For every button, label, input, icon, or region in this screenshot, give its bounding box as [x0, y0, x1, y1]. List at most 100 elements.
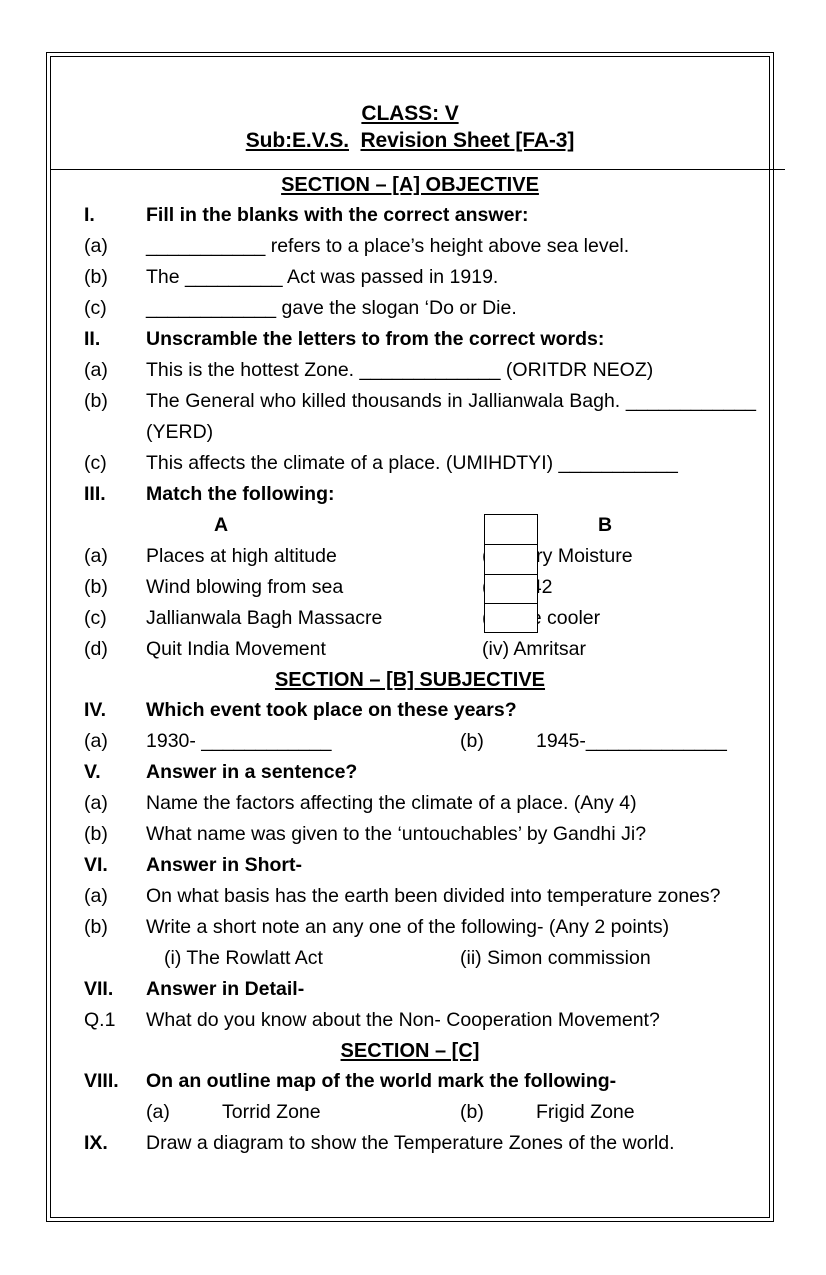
match-column-b-header: B	[598, 514, 613, 536]
question-VIII-item-b-label: (b)	[460, 1101, 484, 1123]
item-text: The _________ Act was passed in 1919.	[146, 266, 499, 288]
question-VII-heading-row: VII. Answer in Detail-	[84, 974, 756, 1005]
title-line-subject: Sub:E.V.S. Revision Sheet [FA-3]	[50, 127, 770, 154]
match-answer-box-c[interactable]	[484, 573, 538, 604]
question-VII-numeral: VII.	[84, 978, 114, 1000]
question-VI-heading-row: VI. Answer in Short-	[84, 850, 756, 881]
item-label: (a)	[84, 885, 108, 907]
match-column-headers: A B	[84, 510, 756, 541]
question-VI-item-a: (a) On what basis has the earth been div…	[84, 881, 756, 912]
match-answer-box-d[interactable]	[484, 603, 538, 634]
questions-container-c: VIII. On an outline map of the world mar…	[50, 1066, 770, 1159]
title-subject-text: Sub:E.V.S.	[245, 129, 349, 152]
match-row: (d) Quit India Movement (iv) Amritsar	[84, 634, 756, 665]
section-b-banner: SECTION – [B] SUBJECTIVE	[274, 669, 546, 691]
title-class-text: CLASS: V	[361, 102, 459, 125]
question-VI-sub-i: (i) The Rowlatt Act	[164, 947, 323, 969]
section-a-banner: SECTION – [A] OBJECTIVE	[281, 174, 539, 196]
question-IX-row: IX. Draw a diagram to show the Temperatu…	[84, 1128, 756, 1159]
question-IX-numeral: IX.	[84, 1132, 108, 1154]
item-label: (b)	[84, 916, 108, 938]
question-III-numeral: III.	[84, 483, 106, 505]
item-text: What name was given to the ‘untouchables…	[146, 823, 647, 845]
question-VIII-item-a-text: Torrid Zone	[222, 1101, 321, 1123]
question-IV-item-b-text: 1945-_____________	[536, 730, 727, 752]
question-VI-sub-ii: (ii) Simon commission	[460, 947, 651, 969]
worksheet-body: CLASS: V Sub:E.V.S. Revision Sheet [FA-3…	[50, 56, 770, 1218]
question-VIII-item-b-text: Frigid Zone	[536, 1101, 635, 1123]
question-II-heading: Unscramble the letters to from the corre…	[146, 328, 605, 350]
question-VII-item: Q.1 What do you know about the Non- Coop…	[84, 1005, 756, 1036]
question-V-item-b: (b) What name was given to the ‘untoucha…	[84, 819, 756, 850]
match-row: (b) Wind blowing from sea (ii) 1942	[84, 572, 756, 603]
question-IV-heading: Which event took place on these years?	[146, 699, 517, 721]
section-c-banner: SECTION – [C]	[340, 1040, 480, 1062]
match-row-label: (d)	[84, 638, 108, 660]
question-II-item-c: (c) This affects the climate of a place.…	[84, 448, 756, 479]
questions-container: I. Fill in the blanks with the correct a…	[50, 200, 770, 665]
match-row-left: Quit India Movement	[146, 638, 326, 660]
match-answer-box-a[interactable]	[484, 514, 538, 544]
question-VIII-split: (a) Torrid Zone (b) Frigid Zone	[146, 1097, 756, 1128]
item-label: (a)	[84, 730, 108, 752]
question-V-heading-row: V. Answer in a sentence?	[84, 757, 756, 788]
item-text: Write a short note an any one of the fol…	[146, 916, 670, 938]
item-label: (a)	[84, 359, 108, 381]
item-text: ___________ refers to a place’s height a…	[146, 235, 630, 257]
match-row-right: (iv) Amritsar	[482, 638, 586, 660]
match-row-label: (b)	[84, 576, 108, 598]
document-title-block: CLASS: V Sub:E.V.S. Revision Sheet [FA-3…	[50, 56, 770, 154]
question-V-item-a: (a) Name the factors affecting the clima…	[84, 788, 756, 819]
question-VI-item-b: (b) Write a short note an any one of the…	[84, 912, 756, 943]
question-IV-item-a-text: 1930- ____________	[146, 730, 332, 752]
match-answer-boxes	[484, 514, 538, 634]
question-I-heading-row: I. Fill in the blanks with the correct a…	[84, 200, 756, 231]
question-III-heading-row: III. Match the following:	[84, 479, 756, 510]
question-IV-item-b-label: (b)	[460, 730, 484, 752]
item-label: Q.1	[84, 1009, 116, 1031]
question-II-numeral: II.	[84, 328, 101, 350]
item-label: (b)	[84, 823, 108, 845]
match-row: (a) Places at high altitude (i) Carry Mo…	[84, 541, 756, 572]
question-VIII-heading: On an outline map of the world mark the …	[146, 1070, 617, 1092]
item-text: This affects the climate of a place. (UM…	[146, 452, 678, 474]
question-IV-heading-row: IV. Which event took place on these year…	[84, 695, 756, 726]
question-II-item-b: (b) The General who killed thousands in …	[84, 386, 756, 448]
question-VI-heading: Answer in Short-	[146, 854, 303, 876]
item-label: (c)	[84, 452, 107, 474]
item-label: (b)	[84, 266, 108, 288]
title-sheet-text: Revision Sheet [FA-3]	[360, 129, 575, 152]
match-row-label: (a)	[84, 545, 108, 567]
question-I-item-b: (b) The _________ Act was passed in 1919…	[84, 262, 756, 293]
match-row-left: Jallianwala Bagh Massacre	[146, 607, 383, 629]
question-VI-numeral: VI.	[84, 854, 108, 876]
question-IV-split: 1930- ____________ (b) 1945-____________…	[146, 726, 756, 757]
item-text: This is the hottest Zone. _____________ …	[146, 359, 654, 381]
item-label: (a)	[84, 792, 108, 814]
question-V-numeral: V.	[84, 761, 101, 783]
match-answer-box-b[interactable]	[484, 543, 538, 574]
question-VIII-item-a-label: (a)	[146, 1101, 170, 1123]
question-I-item-c: (c) ____________ gave the slogan ‘Do or …	[84, 293, 756, 324]
match-column-a-header: A	[214, 514, 229, 536]
question-V-heading: Answer in a sentence?	[146, 761, 358, 783]
question-IX-text: Draw a diagram to show the Temperature Z…	[146, 1132, 675, 1154]
question-III-heading: Match the following:	[146, 483, 335, 505]
item-label: (b)	[84, 390, 108, 412]
question-VI-sub-split: (i) The Rowlatt Act (ii) Simon commissio…	[146, 943, 756, 974]
question-VIII-heading-row: VIII. On an outline map of the world mar…	[84, 1066, 756, 1097]
match-row-left: Wind blowing from sea	[146, 576, 344, 598]
question-I-item-a: (a) ___________ refers to a place’s heig…	[84, 231, 756, 262]
item-text: What do you know about the Non- Cooperat…	[146, 1009, 660, 1031]
title-line-class: CLASS: V	[50, 100, 770, 127]
question-IV-numeral: IV.	[84, 699, 107, 721]
question-VI-sub-items-row: (i) The Rowlatt Act (ii) Simon commissio…	[84, 943, 756, 974]
question-II-heading-row: II. Unscramble the letters to from the c…	[84, 324, 756, 355]
question-I-numeral: I.	[84, 204, 95, 226]
item-text: On what basis has the earth been divided…	[146, 885, 721, 907]
item-label: (c)	[84, 297, 107, 319]
question-VII-heading: Answer in Detail-	[146, 978, 305, 1000]
item-text: The General who killed thousands in Jall…	[146, 390, 756, 443]
match-row-left: Places at high altitude	[146, 545, 337, 567]
item-text: Name the factors affecting the climate o…	[146, 792, 637, 814]
